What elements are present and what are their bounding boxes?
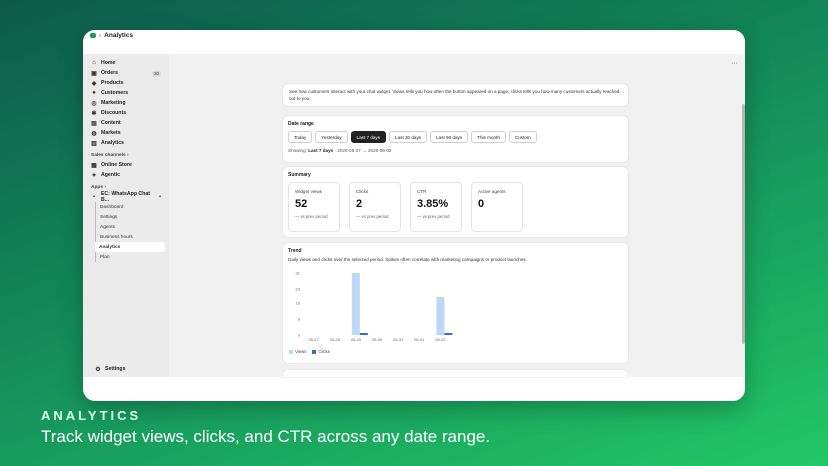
trend-title: Trend	[288, 248, 302, 254]
sidebar-item-content[interactable]: ▤ Content	[87, 118, 165, 128]
orders-count-badge: 30	[151, 70, 161, 76]
discount-icon: ✱	[91, 110, 97, 117]
range-last-30-days-button[interactable]: Last 30 days	[389, 131, 428, 143]
bar-views[interactable]	[351, 273, 360, 335]
sidebar-item-analytics[interactable]: ▥ Analytics	[87, 138, 165, 148]
more-options-icon[interactable]: ···	[731, 60, 738, 67]
feature-tagline: Track widget views, clicks, and CTR acro…	[41, 427, 491, 446]
app-sub-analytics[interactable]: Analytics	[95, 242, 165, 252]
page-title: Analytics	[104, 31, 134, 39]
x-tick-label: 05-31	[393, 337, 404, 342]
sidebar-item-markets[interactable]: ◍ Markets	[87, 128, 165, 138]
chart-icon: ▥	[91, 140, 97, 147]
legend-views[interactable]: Views	[289, 349, 306, 354]
agent-icon: ✦	[91, 172, 97, 179]
orders-icon: ▣	[91, 70, 97, 77]
app-sub-dashboard[interactable]: Dashboard	[95, 202, 165, 212]
scrollbar[interactable]	[742, 104, 745, 344]
store-icon: ▦	[91, 162, 97, 169]
range-this-month-button[interactable]: This month	[471, 131, 506, 143]
top-bar	[83, 30, 745, 54]
bar-clicks[interactable]	[359, 333, 368, 335]
sidebar-item-products[interactable]: ◆ Products	[87, 78, 165, 88]
intro-text: See how customers interact with your cha…	[289, 89, 620, 101]
chevron-right-icon: ›	[99, 31, 102, 39]
metric-clicks: Clicks 2 — vs prev period	[349, 182, 401, 232]
date-range-options: Today Yesterday Last 7 days Last 30 days…	[288, 131, 623, 143]
sidebar-item-agentic[interactable]: ✦ Agentic	[87, 170, 165, 180]
trend-chart: 0 8 16 23 31 05-27 05-28 05-29 05-30 05-31 06-01 06…	[296, 271, 453, 342]
home-icon: ⌂	[92, 60, 96, 66]
gear-icon: ⚙	[95, 366, 101, 373]
app-sub-plan[interactable]: Plan	[95, 252, 165, 262]
legend-swatch-clicks	[312, 349, 317, 354]
globe-icon: ◍	[91, 130, 97, 137]
sidebar-item-online-store[interactable]: ▦ Online Store	[87, 160, 165, 170]
y-tick-label: 0	[298, 333, 301, 338]
chart-legend: Views Clicks	[289, 349, 330, 354]
bar-clicks[interactable]	[444, 333, 453, 335]
range-today-button[interactable]: Today	[288, 131, 313, 143]
trend-description: Daily views and clicks over the selected…	[288, 257, 527, 262]
x-tick-label: 06-02	[435, 337, 446, 342]
tag-icon: ◆	[91, 80, 97, 87]
content-icon: ▤	[91, 120, 97, 127]
feature-label: ANALYTICS	[41, 408, 142, 423]
sidebar-item-orders[interactable]: ▣ Orders 30	[87, 68, 165, 78]
chevron-right-icon: ›	[127, 153, 129, 158]
x-tick-label: 06-01	[414, 337, 425, 342]
range-last-7-days-button[interactable]: Last 7 days	[350, 131, 387, 143]
app-sub-settings[interactable]: Settings	[95, 212, 165, 222]
date-range-title: Date range	[288, 121, 314, 127]
y-tick-label: 8	[298, 317, 301, 322]
legend-swatch-views	[289, 349, 293, 354]
sidebar-item-marketing[interactable]: ◎ Marketing	[87, 98, 165, 108]
metric-active-agents: Active agents 0	[471, 182, 523, 232]
sidebar-item-home[interactable]: ⌂ Home	[87, 58, 165, 68]
app-sub-business-hours[interactable]: Business hours	[95, 232, 165, 242]
range-custom-button[interactable]: Custom	[508, 131, 537, 143]
range-yesterday-button[interactable]: Yesterday	[315, 131, 348, 143]
sales-channels-label[interactable]: Sales channels ›	[91, 153, 161, 158]
sidebar-item-customers[interactable]: ● Customers	[87, 88, 165, 98]
y-tick-label: 23	[296, 287, 301, 292]
person-icon: ●	[92, 90, 96, 96]
apps-label[interactable]: Apps ›	[91, 185, 161, 190]
app-logo-icon	[90, 32, 96, 38]
y-tick-label: 31	[296, 271, 301, 276]
sidebar-item-settings[interactable]: ⚙ Settings	[91, 364, 129, 374]
intro-card: See how customers interact with your cha…	[283, 84, 628, 106]
summary-title: Summary	[288, 172, 311, 178]
sidebar-item-discounts[interactable]: ✱ Discounts	[87, 108, 165, 118]
y-tick-label: 16	[296, 301, 301, 306]
showing-range: Showing: Last 7 days · 2026-05-27 → 2026…	[288, 148, 392, 153]
x-tick-label: 05-30	[372, 337, 383, 342]
more-icon[interactable]: •	[159, 194, 161, 200]
sidebar-item-app[interactable]: ▪ EC: WhatsApp Chat B... •	[87, 191, 165, 203]
summary-card: Summary Widget views 52 — vs prev period…	[283, 167, 628, 237]
app-icon: ▪	[92, 194, 96, 200]
metric-ctr: CTR 3.85% — vs prev period	[410, 182, 462, 232]
target-icon: ◎	[91, 100, 97, 107]
x-tick-label: 05-28	[330, 337, 341, 342]
x-tick-label: 05-29	[351, 337, 362, 342]
date-range-card: Date range Today Yesterday Last 7 days L…	[283, 116, 628, 162]
metric-widget-views: Widget views 52 — vs prev period	[288, 182, 340, 232]
chevron-right-icon: ›	[104, 185, 106, 190]
x-tick-label: 05-27	[308, 337, 319, 342]
page-header: › Analytics	[90, 30, 133, 40]
next-card-peek	[283, 370, 628, 377]
range-last-90-days-button[interactable]: Last 90 days	[430, 131, 469, 143]
trend-card: Trend Daily views and clicks over the se…	[283, 243, 628, 363]
sidebar: ⌂ Home ▣ Orders 30 ◆ Products ● Customers ◎ Ma…	[83, 54, 169, 377]
app-sub-agents[interactable]: Agents	[95, 222, 165, 232]
legend-clicks[interactable]: Clicks	[312, 349, 330, 354]
bar-views[interactable]	[436, 297, 445, 335]
